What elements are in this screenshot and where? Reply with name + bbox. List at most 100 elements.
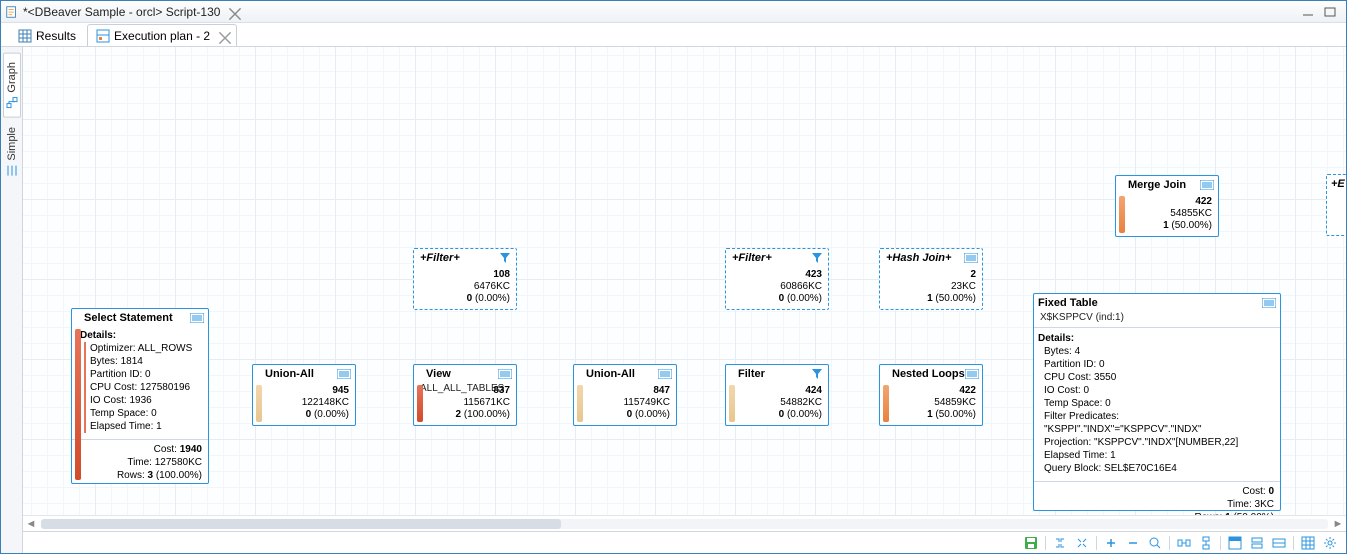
sidetab-simple[interactable]: Simple	[3, 118, 21, 186]
node-menu-icon[interactable]	[1200, 179, 1214, 191]
settings-button[interactable]	[1320, 534, 1340, 552]
detail-line: Elapsed Time: 1	[90, 420, 202, 433]
stat-rows: 2 (100.00%)	[456, 409, 510, 420]
stat-cpu: 115671KC	[463, 397, 510, 408]
layout-horizontal-button[interactable]	[1174, 534, 1194, 552]
scroll-left-icon[interactable]: ◄	[23, 517, 39, 531]
detail-line: Optimizer: ALL_ROWS	[90, 342, 202, 355]
scroll-right-icon[interactable]: ►	[1330, 517, 1346, 531]
list-icon	[6, 164, 18, 176]
detail-line: Partition ID: 0	[1044, 358, 1274, 371]
grid-toggle-button[interactable]	[1298, 534, 1318, 552]
stat-rows: 1 (50.00%)	[927, 409, 976, 420]
node-offscreen-right[interactable]: +E	[1326, 174, 1346, 236]
stat-cost: 423	[805, 269, 822, 280]
node-menu-icon[interactable]	[965, 368, 979, 380]
stat-cost: 945	[332, 385, 349, 396]
plan-toolbar	[23, 531, 1346, 553]
node-union-all-1[interactable]: Union-All 945122148KC0 (0.00%)	[252, 364, 356, 426]
filter-icon[interactable]	[810, 252, 824, 264]
stat-cpu: 54882KC	[780, 397, 822, 408]
toggle-compact-button[interactable]	[1247, 534, 1267, 552]
maximize-button[interactable]	[1322, 5, 1338, 19]
editor-tab-title[interactable]: *<DBeaver Sample - orcl> Script-130	[23, 5, 220, 19]
toggle-cost-button[interactable]	[1269, 534, 1289, 552]
toggle-details-button[interactable]	[1225, 534, 1245, 552]
node-title: +Filter+	[730, 252, 810, 264]
stat-rows: 1 (50.00%)	[927, 293, 976, 304]
node-menu-icon[interactable]	[658, 368, 672, 380]
stat-cost: 837	[493, 385, 510, 396]
node-view[interactable]: View ALL_ALL_TABLES 837115671KC2 (100.00…	[413, 364, 517, 426]
detail-line: Temp Space: 0	[90, 407, 202, 420]
zoom-in-button[interactable]	[1101, 534, 1121, 552]
sql-file-icon	[5, 5, 19, 19]
stat-cpu: 54859KC	[934, 397, 976, 408]
node-title: View	[418, 368, 498, 380]
node-title: Nested Loops	[884, 368, 965, 380]
node-merge-join[interactable]: Merge Join 42254855KC1 (50.00%)	[1115, 175, 1219, 237]
node-menu-icon[interactable]	[1262, 297, 1276, 309]
node-menu-icon[interactable]	[964, 252, 978, 264]
connector-lines	[23, 47, 323, 197]
scrollbar-thumb[interactable]	[41, 519, 561, 529]
save-button[interactable]	[1021, 534, 1041, 552]
scrollbar-track[interactable]	[41, 519, 1328, 529]
node-title: Fixed Table	[1038, 297, 1262, 309]
detail-line: CPU Cost: 3550	[1044, 371, 1274, 384]
node-title: Merge Join	[1120, 179, 1200, 191]
close-tab-icon[interactable]	[228, 7, 238, 17]
plan-canvas[interactable]: Select Statement Details: Optimizer: ALL…	[23, 47, 1346, 515]
layout-vertical-button[interactable]	[1196, 534, 1216, 552]
detail-line: Temp Space: 0	[1044, 397, 1274, 410]
node-title: +Filter+	[418, 252, 498, 264]
node-filter-collapsed-2[interactable]: +Filter+ 42360866KC0 (0.00%)	[725, 248, 829, 310]
stat-rows: 0 (0.00%)	[627, 409, 670, 420]
stat-cost: Cost: 0	[1040, 485, 1274, 498]
tab-results[interactable]: Results	[9, 24, 85, 46]
tab-results-label: Results	[36, 29, 76, 43]
detail-line: Elapsed Time: 1	[1044, 449, 1274, 462]
tab-execution-plan[interactable]: Execution plan - 2	[87, 24, 237, 46]
detail-line: IO Cost: 1936	[90, 394, 202, 407]
zoom-out-button[interactable]	[1123, 534, 1143, 552]
stat-cost: 108	[493, 269, 510, 280]
minimize-button[interactable]	[1300, 5, 1316, 19]
stat-cost: 422	[1195, 196, 1212, 207]
stat-rows: 0 (0.00%)	[779, 409, 822, 420]
sidetab-graph[interactable]: Graph	[3, 53, 21, 118]
filter-icon[interactable]	[810, 368, 824, 380]
node-menu-icon[interactable]	[190, 312, 204, 324]
node-union-all-2[interactable]: Union-All 847115749KC0 (0.00%)	[573, 364, 677, 426]
node-filter-collapsed-1[interactable]: +Filter+ 1086476KC0 (0.00%)	[413, 248, 517, 310]
node-nested-loops[interactable]: Nested Loops 42254859KC1 (50.00%)	[879, 364, 983, 426]
tab-plan-label: Execution plan - 2	[114, 29, 210, 43]
node-menu-icon[interactable]	[498, 368, 512, 380]
node-title: +E	[1331, 178, 1345, 190]
detail-line: Query Block: SEL$E70C16E4	[1044, 462, 1274, 475]
result-tabs: Results Execution plan - 2	[1, 23, 1346, 47]
detail-line: Bytes: 4	[1044, 345, 1274, 358]
stat-cpu: 23KC	[951, 281, 976, 292]
filter-icon[interactable]	[498, 252, 512, 264]
node-filter[interactable]: Filter 42454882KC0 (0.00%)	[725, 364, 829, 426]
detail-line: IO Cost: 0	[1044, 384, 1274, 397]
details-header: Details:	[1038, 332, 1274, 345]
node-fixed-table[interactable]: Fixed Table X$KSPPCV (ind:1) Details: By…	[1033, 293, 1281, 511]
stat-rows: 0 (0.00%)	[467, 293, 510, 304]
stat-cpu: 60866KC	[780, 281, 822, 292]
expand-all-button[interactable]	[1072, 534, 1092, 552]
node-select-statement[interactable]: Select Statement Details: Optimizer: ALL…	[71, 308, 209, 484]
node-menu-icon[interactable]	[337, 368, 351, 380]
stat-time: Time: 127580KC	[78, 456, 202, 469]
sidetab-graph-label: Graph	[6, 62, 18, 93]
app-window: *<DBeaver Sample - orcl> Script-130 Resu…	[0, 0, 1347, 554]
close-plan-tab-icon[interactable]	[218, 31, 228, 41]
node-title: Union-All	[257, 368, 337, 380]
node-title: Filter	[730, 368, 810, 380]
node-hash-join-collapsed[interactable]: +Hash Join+ 223KC1 (50.00%)	[879, 248, 983, 310]
collapse-all-button[interactable]	[1050, 534, 1070, 552]
horizontal-scrollbar[interactable]: ◄ ►	[23, 515, 1346, 531]
zoom-reset-button[interactable]	[1145, 534, 1165, 552]
side-tabstrip: Graph Simple	[1, 47, 23, 553]
